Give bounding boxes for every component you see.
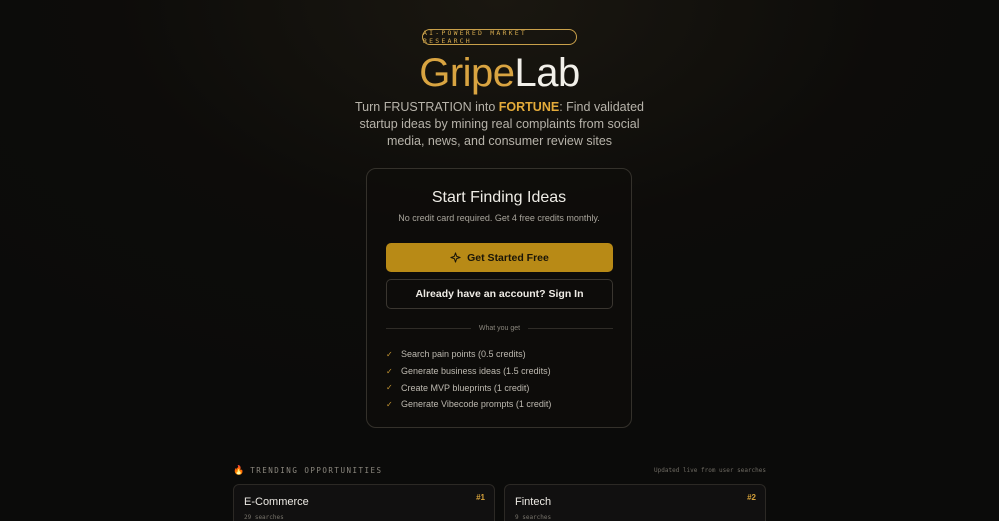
get-started-label: Get Started Free (467, 251, 549, 264)
tagline-highlight: FORTUNE (498, 100, 560, 114)
card-title: Start Finding Ideas (431, 189, 567, 206)
trending-card-count: 9 searches (515, 514, 552, 521)
feature-label: Generate Vibecode prompts (1 credit) (401, 399, 552, 410)
check-icon: ✓ (386, 349, 393, 359)
feature-label: Create MVP blueprints (1 credit) (401, 382, 530, 393)
check-icon: ✓ (386, 383, 393, 393)
trending-card-name: Fintech (515, 496, 552, 508)
trending-card-fintech[interactable]: Fintech #2 9 searches (504, 484, 766, 521)
logo-part-lab: Lab (514, 51, 581, 95)
logo-part-gripe: Gripe (419, 51, 515, 95)
trending-title: TRENDING OPPORTUNITIES (250, 466, 383, 475)
trending-card-count: 29 searches (244, 514, 284, 521)
check-icon: ✓ (386, 366, 393, 376)
feature-label: Search pain points (0.5 credits) (401, 349, 526, 360)
divider-label: What you get (478, 324, 521, 332)
divider-line-right (528, 327, 613, 329)
check-icon: ✓ (386, 399, 393, 409)
trending-heading: 🔥 TRENDING OPPORTUNITIES (233, 465, 383, 476)
what-you-get-divider: What you get (386, 323, 613, 333)
card-subtitle: No credit card required. Get 4 free cred… (398, 213, 600, 223)
feature-item: ✓ Search pain points (0.5 credits) (386, 346, 551, 363)
get-started-button[interactable]: Get Started Free (386, 243, 613, 272)
signup-card: Start Finding Ideas No credit card requi… (366, 168, 632, 428)
logo: GripeLab (0, 50, 999, 96)
tagline-pre: Turn FRUSTRATION into (355, 100, 499, 114)
sign-in-button[interactable]: Already have an account? Sign In (386, 279, 613, 309)
hero-tagline: Turn FRUSTRATION into FORTUNE: Find vali… (340, 99, 659, 150)
feature-item: ✓ Generate business ideas (1.5 credits) (386, 363, 551, 380)
hero-badge: AI-POWERED MARKET RESEARCH (422, 29, 577, 45)
feature-item: ✓ Generate Vibecode prompts (1 credit) (386, 396, 551, 413)
trending-card-name: E-Commerce (244, 496, 309, 508)
trending-card-rank: #2 (747, 493, 756, 502)
feature-label: Generate business ideas (1.5 credits) (401, 366, 551, 377)
sparkle-icon (450, 252, 461, 263)
feature-item: ✓ Create MVP blueprints (1 credit) (386, 379, 551, 396)
trending-card-rank: #1 (476, 493, 485, 502)
divider-line-left (386, 327, 471, 329)
fire-icon: 🔥 (233, 465, 245, 475)
updated-note: Updated live from user searches (654, 467, 766, 474)
trending-card-ecommerce[interactable]: E-Commerce #1 29 searches (233, 484, 495, 521)
feature-list: ✓ Search pain points (0.5 credits) ✓ Gener… (386, 346, 551, 413)
